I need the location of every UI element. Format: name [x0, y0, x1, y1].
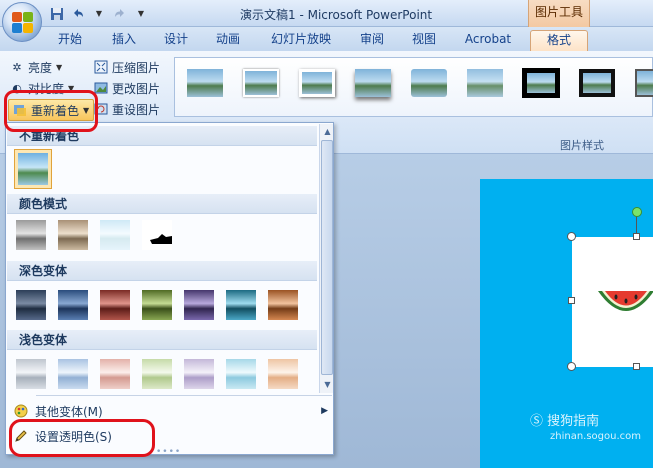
- picture-style-8[interactable]: [577, 67, 617, 99]
- save-icon[interactable]: [48, 5, 66, 23]
- ribbon-tabs: 开始 插入 设计 动画 幻灯片放映 审阅 视图 Acrobat 格式: [0, 27, 653, 51]
- swatch-washout[interactable]: [100, 220, 130, 250]
- section-color-modes: 颜色模式: [7, 194, 317, 214]
- office-button[interactable]: [2, 2, 42, 42]
- tab-format[interactable]: 格式: [530, 30, 588, 51]
- scroll-up-icon[interactable]: ▲: [320, 124, 333, 139]
- customize-icon[interactable]: ▼: [132, 5, 150, 23]
- swatch-no-recolor[interactable]: [14, 149, 52, 189]
- resize-handle-bottom[interactable]: [633, 363, 640, 370]
- brightness-button[interactable]: ✲ 亮度 ▼: [10, 57, 62, 77]
- swatch-dark-4[interactable]: [142, 290, 172, 320]
- swatch-dark-7[interactable]: [268, 290, 298, 320]
- section-light-variations: 浅色变体: [7, 330, 317, 350]
- tab-animations[interactable]: 动画: [206, 30, 250, 51]
- tab-slideshow[interactable]: 幻灯片放映: [262, 30, 340, 51]
- highlight-set-transparent: [9, 419, 155, 457]
- office-logo-icon: [12, 12, 34, 34]
- swatch-black-white[interactable]: [142, 220, 172, 250]
- recolor-dropdown: 不重新着色 颜色模式 深色变体 浅色变体 ▲ ▼ 其他变体(M) ▶ 设置透明色…: [5, 122, 334, 455]
- rotation-handle[interactable]: [632, 207, 642, 217]
- picture-style-6[interactable]: [465, 67, 505, 99]
- swatch-dark-5[interactable]: [184, 290, 214, 320]
- picture-styles-group-label: 图片样式: [560, 139, 604, 152]
- swatch-light-1[interactable]: [16, 359, 46, 389]
- resize-handle-left[interactable]: [568, 297, 575, 304]
- swatch-grayscale[interactable]: [16, 220, 46, 250]
- section-dark-variations: 深色变体: [7, 261, 317, 281]
- resize-handle-top[interactable]: [633, 233, 640, 240]
- picture-style-9[interactable]: [633, 67, 653, 99]
- redo-icon[interactable]: [111, 5, 129, 23]
- selected-picture[interactable]: [572, 237, 653, 367]
- swatch-light-2[interactable]: [58, 359, 88, 389]
- swatch-dark-1[interactable]: [16, 290, 46, 320]
- change-picture-button[interactable]: 更改图片: [94, 78, 160, 98]
- compress-icon: [94, 60, 108, 74]
- dropdown-scrollbar[interactable]: ▲ ▼: [319, 124, 333, 393]
- tab-view[interactable]: 视图: [402, 30, 446, 51]
- scroll-down-icon[interactable]: ▼: [320, 377, 333, 392]
- scroll-thumb[interactable]: [321, 140, 333, 375]
- swatch-light-5[interactable]: [184, 359, 214, 389]
- palette-icon: [7, 404, 35, 418]
- swatch-light-4[interactable]: [142, 359, 172, 389]
- compress-pictures-button[interactable]: 压缩图片: [94, 57, 160, 77]
- swatch-light-3[interactable]: [100, 359, 130, 389]
- swatch-dark-3[interactable]: [100, 290, 130, 320]
- swatch-light-7[interactable]: [268, 359, 298, 389]
- resize-handle-top-left[interactable]: [567, 232, 576, 241]
- title-bar: ▼ ▼ 演示文稿1 - Microsoft PowerPoint 图片工具: [0, 0, 653, 27]
- watermelon-picture: [598, 291, 653, 311]
- tab-review[interactable]: 审阅: [350, 30, 394, 51]
- sun-icon: ✲: [12, 60, 22, 74]
- swatch-dark-6[interactable]: [226, 290, 256, 320]
- change-picture-icon: [94, 81, 108, 95]
- highlight-recolor: [4, 90, 98, 132]
- tab-design[interactable]: 设计: [154, 30, 198, 51]
- resize-grip[interactable]: ••••: [156, 447, 181, 454]
- resize-handle-bottom-left[interactable]: [567, 362, 576, 371]
- tab-acrobat[interactable]: Acrobat: [458, 30, 518, 51]
- picture-tools-label: 图片工具: [528, 0, 590, 27]
- swatch-dark-2[interactable]: [58, 290, 88, 320]
- picture-style-5[interactable]: [409, 67, 449, 99]
- submenu-arrow-icon: ▶: [321, 406, 328, 416]
- menu-separator: [36, 395, 332, 396]
- picture-style-3[interactable]: [297, 67, 337, 99]
- window-title: 演示文稿1 - Microsoft PowerPoint: [240, 8, 433, 22]
- tab-insert[interactable]: 插入: [102, 30, 146, 51]
- picture-style-7[interactable]: [521, 67, 561, 99]
- chevron-down-icon[interactable]: ▼: [90, 5, 108, 23]
- picture-styles-gallery: [174, 57, 653, 117]
- swatch-light-6[interactable]: [226, 359, 256, 389]
- quick-access-toolbar: ▼ ▼: [48, 4, 150, 23]
- picture-style-1[interactable]: [185, 67, 225, 99]
- sogou-watermark: Ⓢ 搜狗指南 zhinan.sogou.com: [530, 414, 642, 442]
- chevron-down-icon: ▼: [56, 62, 63, 72]
- picture-style-2[interactable]: [241, 67, 281, 99]
- undo-icon[interactable]: [69, 5, 87, 23]
- tab-home[interactable]: 开始: [48, 30, 92, 51]
- reset-picture-button[interactable]: 重设图片: [94, 99, 160, 119]
- sogou-logo-icon: Ⓢ: [530, 414, 544, 429]
- swatch-sepia[interactable]: [58, 220, 88, 250]
- picture-style-4[interactable]: [353, 67, 393, 99]
